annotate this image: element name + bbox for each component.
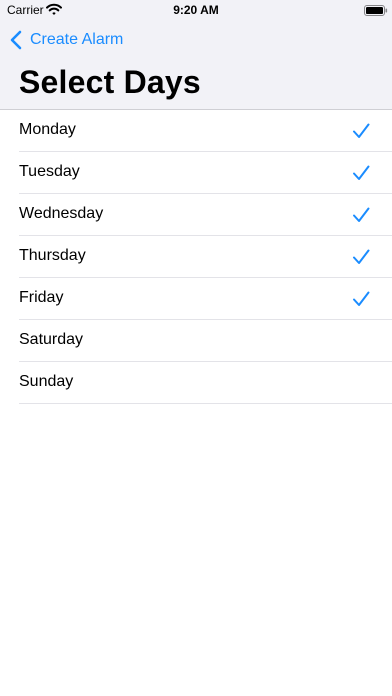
checkmark-icon — [353, 249, 370, 264]
day-label: Sunday — [19, 373, 74, 390]
checkmark-icon — [353, 291, 370, 306]
navigation-header: Create Alarm Select Days — [0, 22, 392, 110]
chevron-left-icon — [10, 30, 22, 50]
day-label: Thursday — [19, 247, 86, 264]
checkmark-icon — [353, 207, 370, 222]
day-label: Saturday — [19, 331, 84, 348]
day-row-wednesday[interactable]: Wednesday — [19, 194, 392, 236]
screen: Carrier 9:20 AM Create Alarm Select Days… — [0, 0, 392, 696]
day-label: Tuesday — [19, 163, 80, 180]
status-time: 9:20 AM — [173, 3, 219, 17]
checkmark-icon — [353, 123, 370, 138]
day-label: Friday — [19, 289, 64, 306]
days-list: Monday Tuesday Wednesday Thursday Friday — [0, 110, 392, 404]
battery-icon — [364, 5, 388, 16]
checkmark-icon — [353, 165, 370, 180]
back-button[interactable]: Create Alarm — [10, 28, 123, 52]
day-row-thursday[interactable]: Thursday — [19, 236, 392, 278]
day-label: Wednesday — [19, 205, 104, 222]
back-button-label: Create Alarm — [30, 31, 124, 48]
page-title: Select Days — [19, 64, 201, 100]
status-bar: Carrier 9:20 AM — [0, 0, 392, 22]
day-row-saturday[interactable]: Saturday — [19, 320, 392, 362]
day-label: Monday — [19, 121, 76, 138]
day-row-tuesday[interactable]: Tuesday — [19, 152, 392, 194]
day-row-monday[interactable]: Monday — [19, 110, 392, 152]
day-row-friday[interactable]: Friday — [19, 278, 392, 320]
day-row-sunday[interactable]: Sunday — [19, 362, 392, 404]
